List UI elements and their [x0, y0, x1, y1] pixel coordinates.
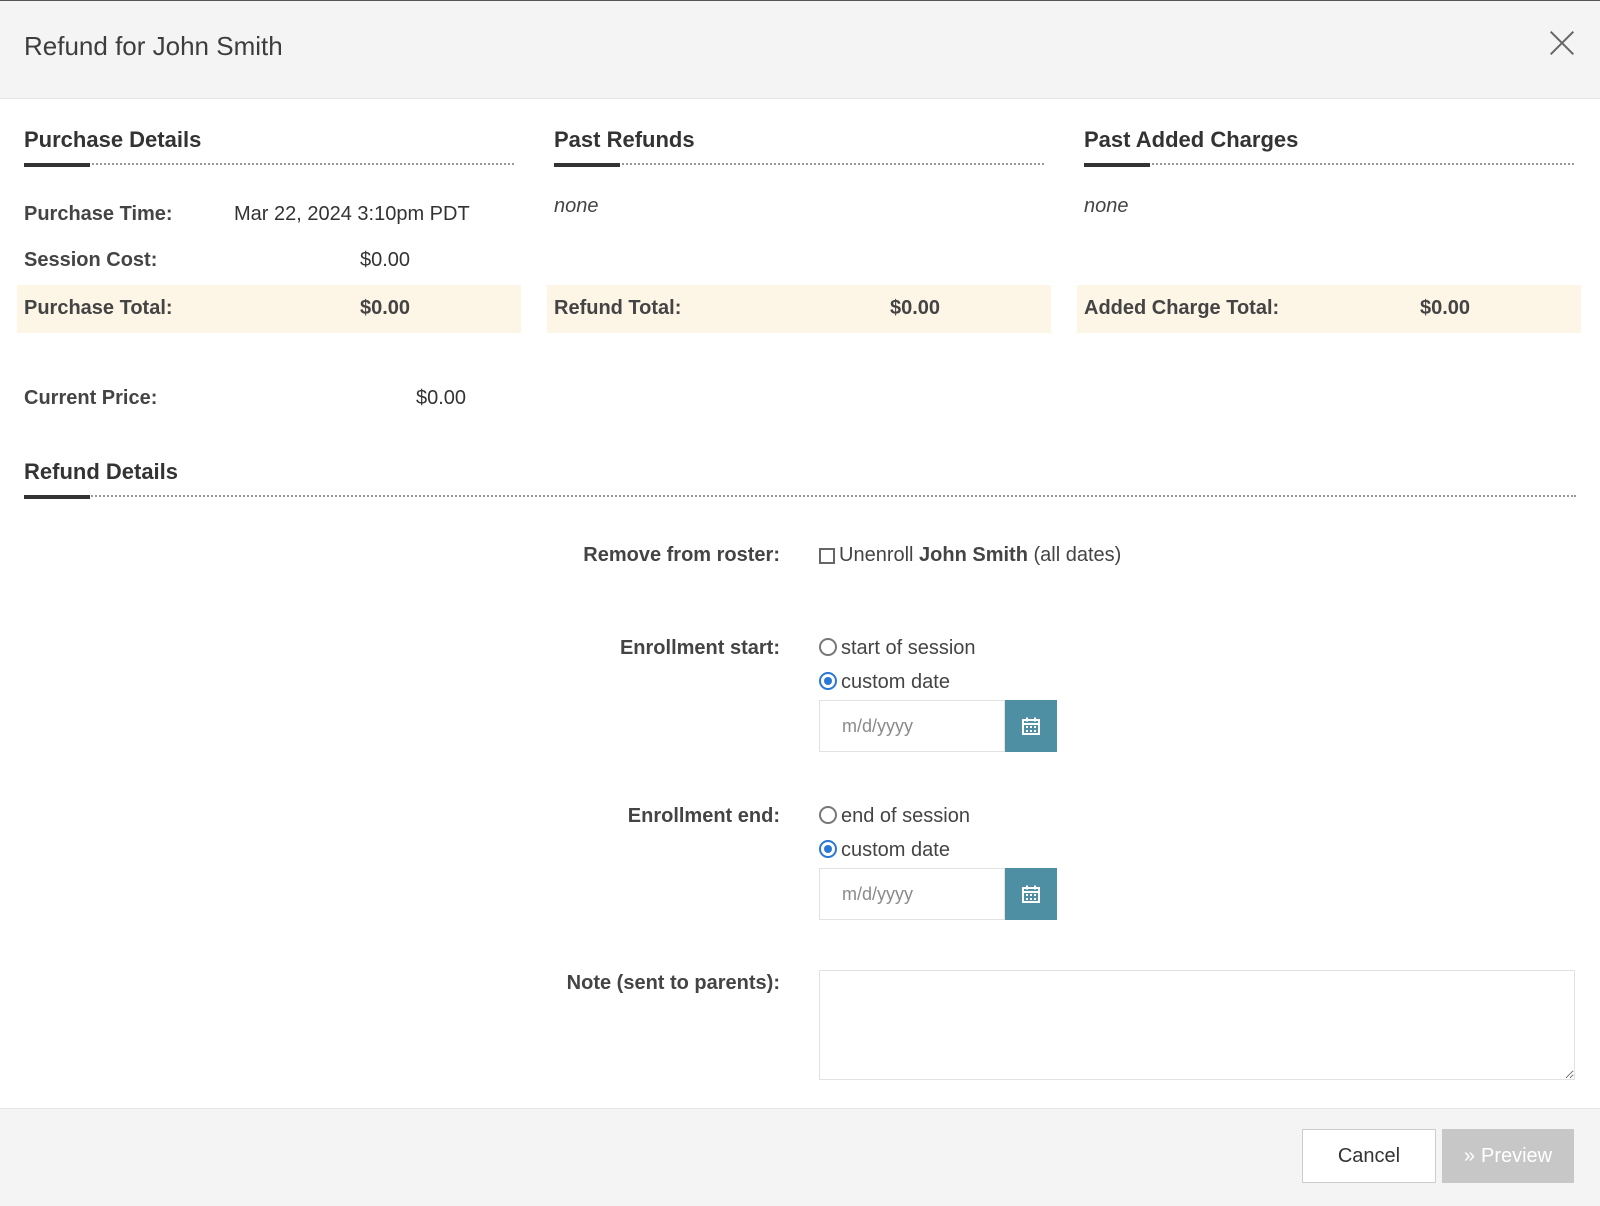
heading-divider — [554, 163, 1044, 165]
past-charges-empty: none — [1084, 195, 1129, 217]
double-chevron-right-icon: » — [1463, 1144, 1475, 1167]
added-charge-total-value: $0.00 — [1420, 297, 1471, 319]
calendar-icon[interactable] — [1005, 868, 1057, 920]
summary-columns: Purchase Details Purchase Time: Mar 22, … — [0, 99, 1600, 419]
heading-divider — [24, 163, 514, 165]
enrollment-start-label: Enrollment start: — [619, 637, 780, 659]
start-of-session-radio[interactable] — [819, 638, 837, 656]
heading-divider — [1084, 163, 1574, 165]
start-date-picker — [819, 700, 1057, 752]
heading-accent — [554, 163, 620, 167]
end-custom-date-option[interactable]: custom date — [819, 839, 950, 862]
heading-accent — [24, 163, 90, 167]
past-refunds-section: Past Refunds none — [554, 99, 1044, 217]
start-custom-date-option[interactable]: custom date — [819, 671, 950, 694]
end-of-session-option[interactable]: end of session — [819, 805, 970, 828]
modal-title: Refund for John Smith — [24, 31, 283, 61]
purchase-total-label: Purchase Total: — [24, 297, 173, 319]
start-custom-date-label: custom date — [841, 671, 950, 693]
end-custom-date-label: custom date — [841, 839, 950, 861]
start-of-session-label: start of session — [841, 637, 976, 659]
purchase-details-heading: Purchase Details — [24, 127, 514, 167]
past-refunds-heading: Past Refunds — [554, 127, 1044, 167]
purchase-time-label: Purchase Time: — [24, 203, 173, 225]
unenroll-prefix: Unenroll — [839, 544, 914, 566]
unenroll-checkbox[interactable] — [819, 548, 835, 564]
added-charge-total-label: Added Charge Total: — [1084, 297, 1280, 319]
modal-footer: Cancel » Preview — [0, 1108, 1600, 1206]
current-price-value: $0.00 — [416, 387, 467, 409]
session-cost-value: $0.00 — [360, 249, 411, 271]
refund-details-title: Refund Details — [24, 459, 179, 484]
heading-accent — [1084, 163, 1150, 167]
calendar-icon[interactable] — [1005, 700, 1057, 752]
end-of-session-label: end of session — [841, 805, 970, 827]
refund-modal: Refund for John Smith Purchase Details P… — [0, 0, 1600, 1206]
purchase-details-title: Purchase Details — [24, 127, 202, 152]
purchase-details-section: Purchase Details Purchase Time: Mar 22, … — [24, 99, 514, 271]
start-of-session-option[interactable]: start of session — [819, 637, 976, 660]
past-refunds-title: Past Refunds — [554, 127, 695, 152]
refund-details-heading: Refund Details — [24, 459, 1576, 499]
unenroll-suffix: (all dates) — [1033, 544, 1122, 566]
unenroll-name: John Smith — [919, 544, 1028, 566]
modal-header: Refund for John Smith — [0, 1, 1600, 99]
past-charges-section: Past Added Charges none — [1084, 99, 1574, 217]
purchase-total-row: Purchase Total: $0.00 — [17, 285, 521, 333]
past-refunds-empty: none — [554, 195, 599, 217]
purchase-total-value: $0.00 — [360, 297, 411, 319]
end-custom-date-radio[interactable] — [819, 840, 837, 858]
preview-label: Preview — [1480, 1144, 1553, 1167]
unenroll-option[interactable]: Unenroll John Smith (all dates) — [819, 544, 1121, 567]
preview-button[interactable]: » Preview — [1442, 1129, 1574, 1183]
past-charges-title: Past Added Charges — [1084, 127, 1299, 152]
refund-total-label: Refund Total: — [554, 297, 682, 319]
heading-divider — [24, 495, 1576, 497]
end-of-session-radio[interactable] — [819, 806, 837, 824]
current-price-label: Current Price: — [24, 387, 158, 409]
added-charge-total-row: Added Charge Total: $0.00 — [1077, 285, 1581, 333]
refund-total-row: Refund Total: $0.00 — [547, 285, 1051, 333]
end-date-input[interactable] — [819, 868, 1005, 920]
end-date-picker — [819, 868, 1057, 920]
close-icon[interactable] — [1544, 25, 1580, 61]
remove-from-roster-label: Remove from roster: — [583, 544, 780, 566]
note-textarea[interactable] — [819, 970, 1575, 1080]
start-custom-date-radio[interactable] — [819, 672, 837, 690]
session-cost-label: Session Cost: — [24, 249, 158, 271]
refund-details-heading-wrap: Refund Details — [24, 431, 1576, 499]
heading-accent — [24, 495, 90, 499]
purchase-time-value: Mar 22, 2024 3:10pm PDT — [234, 203, 470, 225]
enrollment-end-label: Enrollment end: — [627, 805, 780, 827]
refund-total-value: $0.00 — [890, 297, 941, 319]
past-charges-heading: Past Added Charges — [1084, 127, 1574, 167]
start-date-input[interactable] — [819, 700, 1005, 752]
note-label: Note (sent to parents): — [566, 972, 780, 994]
cancel-button[interactable]: Cancel — [1302, 1129, 1436, 1183]
